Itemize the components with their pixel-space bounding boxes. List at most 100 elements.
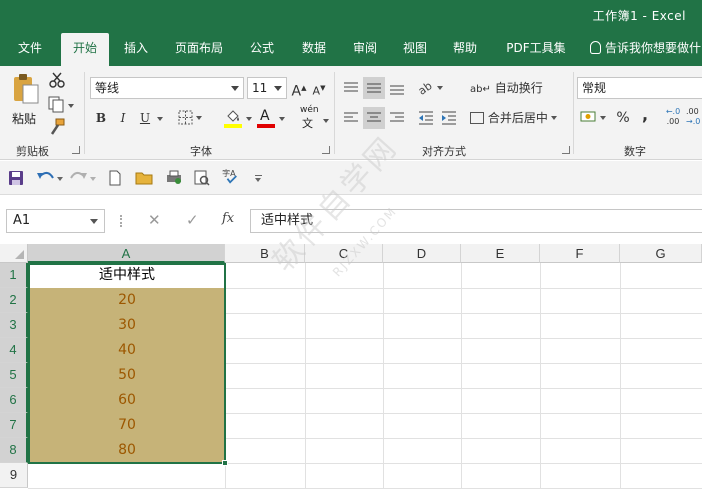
decrease-decimal-button[interactable]: .00 →.0 [686, 107, 702, 129]
borders-icon[interactable] [178, 110, 204, 126]
tab-data[interactable]: 数据 [294, 33, 334, 66]
gridline [225, 263, 226, 489]
select-all-button[interactable] [0, 244, 28, 263]
align-right-icon[interactable] [388, 110, 406, 126]
customize-toolbar-icon[interactable] [255, 175, 263, 183]
column-header-e[interactable]: E [461, 244, 540, 263]
merge-center-button[interactable]: 合并后居中 [470, 107, 570, 129]
row-header-6[interactable]: 6 [0, 388, 28, 413]
merge-icon [470, 112, 484, 124]
increase-indent-icon[interactable] [440, 110, 458, 126]
comma-style-button[interactable]: , [638, 104, 652, 126]
clipboard-dialog-launcher[interactable] [72, 146, 80, 154]
redo-icon[interactable] [70, 170, 98, 186]
tell-me-search[interactable]: 告诉我你想要做什 [590, 33, 701, 66]
copy-icon[interactable] [47, 95, 75, 113]
tab-file[interactable]: 文件 [8, 33, 52, 66]
ribbon: 粘贴 剪贴板 等线 11 A▲ A▼ B I U A wén 文 字体 ab a… [0, 66, 702, 160]
cell-a5[interactable]: 50 [29, 363, 225, 388]
orientation-icon[interactable]: ab [417, 78, 445, 96]
tab-formulas[interactable]: 公式 [242, 33, 282, 66]
align-left-icon[interactable] [342, 110, 360, 126]
bold-button[interactable]: B [92, 107, 110, 129]
fill-handle[interactable] [222, 460, 228, 466]
enter-icon[interactable]: ✓ [186, 211, 199, 229]
row-header-2[interactable]: 2 [0, 288, 28, 313]
cell-a3[interactable]: 30 [29, 313, 225, 338]
italic-button[interactable]: I [114, 107, 132, 129]
alignment-group-label: 对齐方式 [422, 145, 466, 158]
align-center-button[interactable] [363, 107, 385, 129]
row-header-1[interactable]: 1 [0, 263, 28, 288]
column-header-c[interactable]: C [305, 244, 383, 263]
formula-bar-grip[interactable] [120, 215, 122, 227]
alignment-dialog-launcher[interactable] [562, 146, 570, 154]
font-name-value: 等线 [95, 81, 120, 95]
grow-font-button[interactable]: A▲ [290, 77, 308, 100]
font-color-button[interactable]: A [257, 107, 287, 129]
row-header-8[interactable]: 8 [0, 438, 28, 463]
phonetic-button[interactable]: wén 文 [298, 105, 329, 130]
print-preview-icon[interactable] [165, 170, 183, 186]
undo-icon[interactable] [36, 170, 64, 186]
cell-a8[interactable]: 80 [29, 438, 225, 463]
number-format-box[interactable]: 常规 [577, 77, 702, 99]
insert-function-icon[interactable]: fx [222, 211, 234, 226]
row-header-5[interactable]: 5 [0, 363, 28, 388]
column-header-a[interactable]: A [28, 244, 225, 263]
format-painter-icon[interactable] [48, 118, 66, 136]
row-header-3[interactable]: 3 [0, 313, 28, 338]
spelling-check-icon[interactable]: 字A [221, 168, 241, 184]
column-header-g[interactable]: G [620, 244, 702, 263]
decrease-indent-icon[interactable] [417, 110, 435, 126]
increase-decimal-button[interactable]: ←.0.00 [662, 107, 684, 129]
row-header-4[interactable]: 4 [0, 338, 28, 363]
cell-a4[interactable]: 40 [29, 338, 225, 363]
column-header-f[interactable]: F [540, 244, 620, 263]
column-header-b[interactable]: B [225, 244, 305, 263]
tab-help[interactable]: 帮助 [445, 33, 485, 66]
cancel-icon[interactable]: ✕ [148, 211, 161, 229]
paint-bucket-icon [227, 110, 239, 122]
align-bottom-icon[interactable] [388, 80, 406, 96]
row-header-7[interactable]: 7 [0, 413, 28, 438]
tab-home[interactable]: 开始 [61, 33, 109, 66]
fill-color-button[interactable] [224, 107, 254, 129]
paste-label: 粘贴 [12, 112, 37, 126]
gridline [461, 263, 462, 489]
column-header-d[interactable]: D [383, 244, 461, 263]
tab-page-layout[interactable]: 页面布局 [168, 33, 230, 66]
save-icon[interactable] [8, 170, 24, 186]
new-file-icon[interactable] [108, 170, 122, 186]
tab-insert[interactable]: 插入 [116, 33, 156, 66]
worksheet-grid[interactable]: A B C D E F G 1 2 3 4 5 6 7 8 9 适中样式 20 … [0, 244, 702, 489]
tab-pdf-tools[interactable]: PDF工具集 [500, 33, 572, 66]
print-icon[interactable] [193, 170, 211, 186]
shrink-font-button[interactable]: A▼ [310, 77, 328, 99]
cell-a6[interactable]: 60 [29, 388, 225, 413]
increase-decimal-arrow: ←.0 [665, 107, 681, 116]
chevron-down-icon [90, 219, 98, 224]
cell-a2[interactable]: 20 [29, 288, 225, 313]
ribbon-tabs: 文件 开始 插入 页面布局 公式 数据 审阅 视图 帮助 PDF工具集 告诉我你… [0, 33, 702, 66]
underline-button[interactable]: U [136, 107, 154, 129]
tab-view[interactable]: 视图 [395, 33, 435, 66]
paste-button[interactable]: 粘贴 [8, 72, 44, 128]
row-header-9[interactable]: 9 [0, 463, 28, 488]
underline-dropdown-icon[interactable] [157, 117, 163, 121]
name-box[interactable]: A1 [6, 209, 105, 233]
align-middle-button[interactable] [363, 77, 385, 99]
percent-style-button[interactable]: % [614, 107, 632, 129]
tab-review[interactable]: 审阅 [345, 33, 385, 66]
formula-input[interactable]: 适中样式 [250, 209, 702, 233]
font-size-box[interactable]: 11 [247, 77, 287, 99]
accounting-format-icon[interactable] [580, 109, 612, 127]
align-top-icon[interactable] [342, 80, 360, 96]
open-folder-icon[interactable] [135, 170, 153, 186]
wrap-text-button[interactable]: ab↵ 自动换行 [470, 77, 543, 99]
cut-icon[interactable] [48, 71, 66, 89]
cell-a1[interactable]: 适中样式 [29, 263, 225, 288]
font-name-box[interactable]: 等线 [90, 77, 244, 99]
cell-a7[interactable]: 70 [29, 413, 225, 438]
font-dialog-launcher[interactable] [322, 146, 330, 154]
